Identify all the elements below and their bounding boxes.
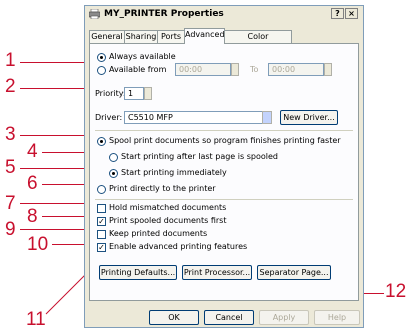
advanced-features-label: Enable advanced printing features [109,242,248,251]
callout-8: 8 [27,206,38,227]
printer-icon [89,9,100,19]
close-button[interactable]: × [345,8,358,19]
separator-2 [95,199,353,200]
callout-4: 4 [27,141,38,162]
from-time-spinner[interactable] [231,63,239,76]
help-button[interactable]: Help [314,310,360,325]
tab-advanced[interactable]: Advanced [184,28,225,44]
hold-mismatched-label: Hold mismatched documents [109,203,227,212]
advanced-panel: Always available Available from 00:00 To… [89,43,359,301]
print-direct-label: Print directly to the printer [109,184,216,193]
keep-printed-checkbox[interactable] [97,230,106,239]
leader-11 [45,273,87,315]
new-driver-button[interactable]: New Driver... [280,110,338,125]
separator-page-button[interactable]: Separator Page... [257,265,331,280]
callout-3: 3 [5,124,16,145]
driver-select[interactable]: C5510 MFP [124,111,270,124]
chevron-down-icon[interactable] [262,111,272,124]
spooled-first-label: Print spooled documents first [109,216,227,225]
to-time-spinner[interactable] [324,63,332,76]
window-title: MY_PRINTER Properties [104,9,224,19]
printing-defaults-button[interactable]: Printing Defaults... [99,265,177,280]
tab-color-management[interactable]: Color Management [224,30,292,52]
tab-sharing[interactable]: Sharing [124,30,158,43]
spooled-first-checkbox[interactable]: ✓ [97,217,106,226]
callout-5: 5 [5,157,16,178]
print-processor-button[interactable]: Print Processor... [182,265,252,280]
available-from-label: Available from [109,65,167,74]
priority-field[interactable]: 1 [124,87,144,100]
callout-2: 2 [5,76,16,97]
advanced-features-checkbox[interactable]: ✓ [97,243,106,252]
callout-7: 7 [5,193,16,214]
always-available-label: Always available [109,52,176,61]
priority-spinner[interactable] [144,87,152,100]
callout-12: 12 [385,281,407,302]
callout-1: 1 [5,50,16,71]
spool-label: Spool print documents so program finishe… [109,136,341,145]
always-available-radio[interactable] [97,53,106,62]
properties-dialog: MY_PRINTER Properties ? × General Sharin… [84,5,364,328]
tab-ports[interactable]: Ports [157,30,185,43]
ok-button[interactable]: OK [149,310,199,325]
callout-6: 6 [27,173,38,194]
to-label: To [250,65,259,74]
available-from-radio[interactable] [97,66,106,75]
help-title-button[interactable]: ? [331,8,344,19]
start-after-last-radio[interactable] [109,153,118,162]
from-time-field[interactable]: 00:00 [175,63,231,76]
spool-radio[interactable] [97,137,106,146]
driver-label: Driver: [95,113,123,122]
to-time-field[interactable]: 00:00 [268,63,324,76]
hold-mismatched-checkbox[interactable] [97,204,106,213]
start-immediately-label: Start printing immediately [121,168,227,177]
print-direct-radio[interactable] [97,185,106,194]
start-after-last-label: Start printing after last page is spoole… [121,152,278,161]
callout-9: 9 [5,219,16,240]
apply-button[interactable]: Apply [259,310,309,325]
start-immediately-radio[interactable] [109,169,118,178]
title-bar: MY_PRINTER Properties ? × [85,6,363,23]
tab-general[interactable]: General [89,30,125,43]
separator-1 [95,130,353,131]
priority-label: Priority: [95,89,126,98]
callout-10: 10 [27,234,49,255]
cancel-button[interactable]: Cancel [204,310,254,325]
keep-printed-label: Keep printed documents [109,229,208,238]
